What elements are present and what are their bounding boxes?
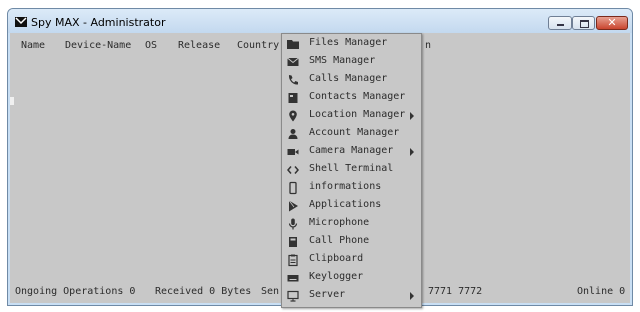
- menu-item-microphone[interactable]: Microphone: [282, 215, 421, 233]
- dialpad-icon: [286, 235, 300, 249]
- menu-item-informations[interactable]: informations: [282, 179, 421, 197]
- monitor-icon: [286, 289, 300, 303]
- map-pin-icon: [286, 109, 300, 123]
- status-online-count: Online 0: [577, 286, 626, 297]
- menu-item-contacts-manager[interactable]: Contacts Manager: [282, 89, 421, 107]
- menu-item-keylogger[interactable]: Keylogger: [282, 269, 421, 287]
- menu-item-label: Location Manager: [309, 109, 406, 120]
- menu-item-label: Clipboard: [309, 253, 364, 264]
- maximize-button[interactable]: [572, 16, 595, 30]
- clipboard-icon: [286, 253, 300, 267]
- context-menu: Files Manager SMS Manager Calls Manager …: [281, 33, 422, 308]
- maximize-icon: [580, 20, 589, 28]
- phone-icon: [286, 73, 300, 87]
- menu-item-label: Microphone: [309, 217, 370, 228]
- status-received-bytes: Received 0 Bytes: [155, 286, 252, 297]
- window-title: Spy MAX - Administrator: [31, 16, 166, 29]
- folder-icon: [286, 37, 300, 51]
- splitter-handle[interactable]: [10, 97, 14, 105]
- column-header-country[interactable]: Country: [237, 40, 279, 51]
- submenu-arrow-icon: [410, 112, 414, 120]
- play-store-icon: [286, 199, 300, 213]
- column-header-name[interactable]: Name: [21, 40, 45, 51]
- status-ongoing-operations: Ongoing Operations 0: [15, 286, 136, 297]
- menu-item-call-phone[interactable]: Call Phone: [282, 233, 421, 251]
- menu-item-label: Server: [309, 289, 346, 300]
- menu-item-applications[interactable]: Applications: [282, 197, 421, 215]
- contacts-icon: [286, 91, 300, 105]
- minimize-button[interactable]: [548, 16, 572, 30]
- app-envelope-icon: [15, 17, 27, 27]
- menu-item-label: Contacts Manager: [309, 91, 406, 102]
- keyboard-icon: [286, 271, 300, 285]
- menu-item-label: Keylogger: [309, 271, 364, 282]
- close-button[interactable]: ✕: [596, 16, 628, 30]
- submenu-arrow-icon: [410, 148, 414, 156]
- menu-item-camera-manager[interactable]: Camera Manager: [282, 143, 421, 161]
- menu-item-label: Call Phone: [309, 235, 370, 246]
- menu-item-label: Files Manager: [309, 37, 388, 48]
- menu-item-label: Camera Manager: [309, 145, 394, 156]
- column-header-partial[interactable]: n: [425, 40, 431, 51]
- menu-item-label: Calls Manager: [309, 73, 388, 84]
- minimize-icon: [557, 24, 564, 26]
- video-camera-icon: [286, 145, 300, 159]
- menu-item-files-manager[interactable]: Files Manager: [282, 35, 421, 53]
- title-bar[interactable]: Spy MAX - Administrator ✕: [8, 9, 632, 33]
- code-icon: [286, 163, 300, 177]
- column-header-release[interactable]: Release: [178, 40, 220, 51]
- mobile-icon: [286, 181, 300, 195]
- close-icon: ✕: [607, 16, 617, 29]
- menu-item-location-manager[interactable]: Location Manager: [282, 107, 421, 125]
- menu-item-label: Applications: [309, 199, 382, 210]
- menu-item-account-manager[interactable]: Account Manager: [282, 125, 421, 143]
- user-icon: [286, 127, 300, 141]
- submenu-arrow-icon: [410, 292, 414, 300]
- menu-item-label: Shell Terminal: [309, 163, 394, 174]
- column-header-os[interactable]: OS: [145, 40, 157, 51]
- menu-item-shell-terminal[interactable]: Shell Terminal: [282, 161, 421, 179]
- menu-item-clipboard[interactable]: Clipboard: [282, 251, 421, 269]
- menu-item-label: SMS Manager: [309, 55, 376, 66]
- status-ports: 7771 7772: [428, 286, 483, 297]
- envelope-icon: [286, 55, 300, 69]
- column-header-device-name[interactable]: Device-Name: [65, 40, 131, 51]
- menu-item-calls-manager[interactable]: Calls Manager: [282, 71, 421, 89]
- menu-item-label: Account Manager: [309, 127, 400, 138]
- menu-item-label: informations: [309, 181, 382, 192]
- microphone-icon: [286, 217, 300, 231]
- menu-item-sms-manager[interactable]: SMS Manager: [282, 53, 421, 71]
- status-sent-bytes: Sen: [261, 286, 280, 297]
- menu-item-server[interactable]: Server: [282, 287, 421, 305]
